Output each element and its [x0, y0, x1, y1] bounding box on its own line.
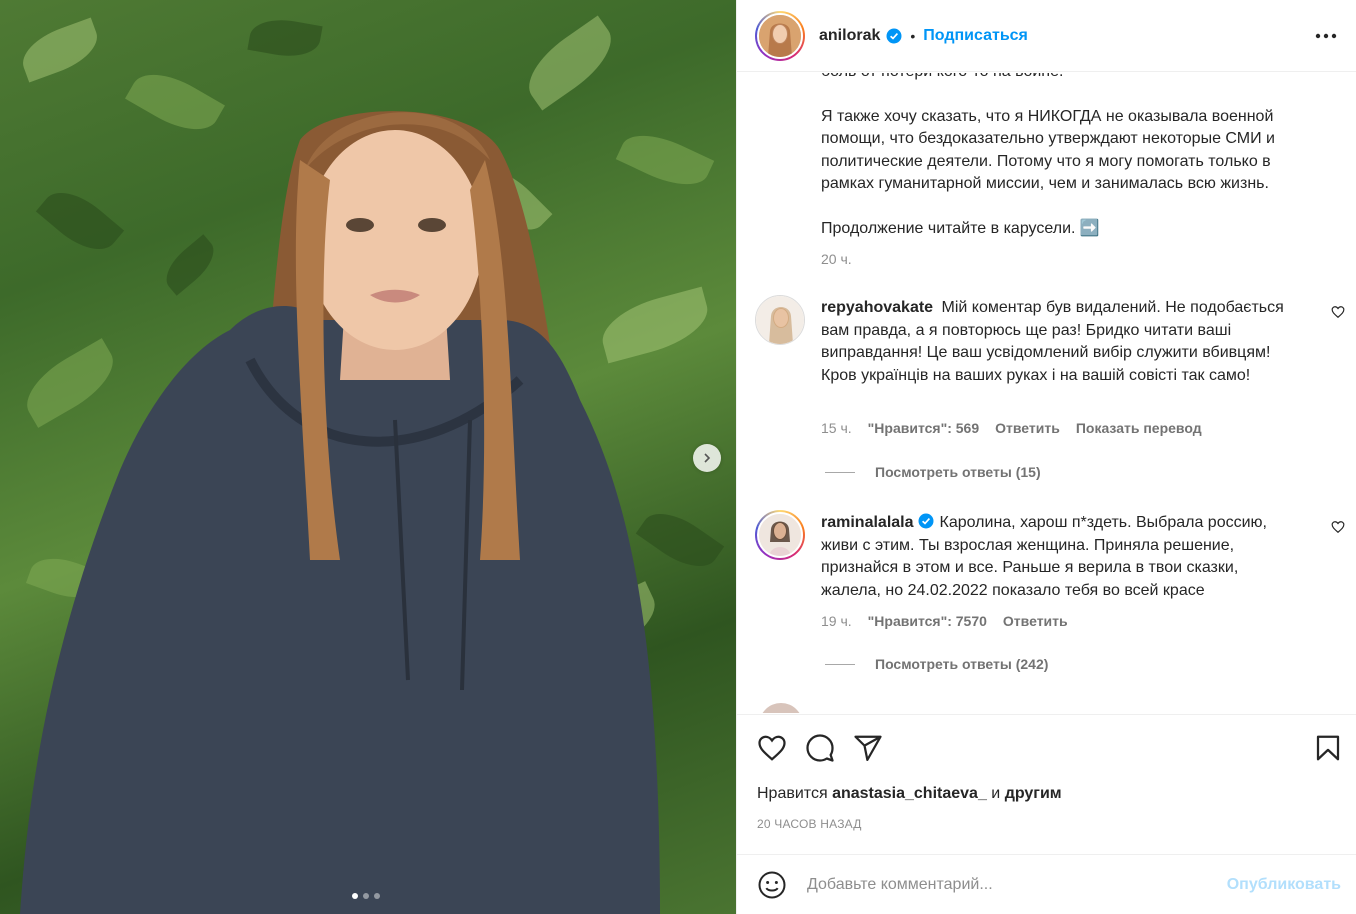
caption: боль от потери кого-то на войне. Я также…: [821, 73, 1341, 271]
author-avatar[interactable]: [755, 10, 805, 61]
post-actions: Нравится anastasia_chitaeva_ и другим 20…: [737, 714, 1356, 854]
person-illustration: [20, 111, 660, 914]
share-button[interactable]: [853, 733, 883, 763]
next-slide-button[interactable]: [693, 444, 721, 472]
caption-paragraph: Продолжение читайте в карусели. ➡️: [821, 219, 1100, 237]
commenter-avatar[interactable]: [755, 510, 805, 560]
author-username[interactable]: anilorak: [819, 27, 880, 45]
likes-prefix: Нравится: [757, 785, 828, 802]
translate-button[interactable]: Показать перевод: [1076, 420, 1202, 436]
comment-input[interactable]: [807, 875, 1207, 894]
comment-body: raminalalala Каролина, харош п*здеть. Выб…: [821, 512, 1301, 602]
verified-icon: [886, 28, 902, 43]
view-replies-label: Посмотреть ответы (15): [875, 464, 1041, 480]
reply-button[interactable]: Ответить: [1003, 613, 1068, 629]
post-header: anilorak • Подписаться: [737, 0, 1356, 72]
carousel-dot: [363, 893, 369, 899]
separator: •: [910, 27, 916, 44]
view-replies-button[interactable]: Посмотреть ответы (15): [825, 464, 1041, 480]
like-button[interactable]: [757, 733, 787, 763]
comment-time: 15 ч.: [821, 420, 852, 436]
comment-time: 19 ч.: [821, 613, 852, 629]
carousel-dot: [352, 893, 358, 899]
post-time[interactable]: 20 ЧАСОВ НАЗАД: [757, 817, 862, 831]
likes-user[interactable]: anastasia_chitaeva_: [832, 785, 987, 802]
heart-icon[interactable]: [1331, 520, 1345, 534]
publish-button[interactable]: Опубликовать: [1227, 876, 1341, 894]
next-arrow-icon: [704, 453, 711, 463]
carousel-dot: [374, 893, 380, 899]
commenter-avatar[interactable]: [759, 703, 803, 713]
caption-paragraph: Я также хочу сказать, что я НИКОГДА не о…: [821, 107, 1275, 193]
comment-username[interactable]: raminalalala: [821, 514, 914, 531]
comment-likes[interactable]: "Нравится": 569: [868, 420, 979, 436]
verified-icon: [918, 513, 933, 529]
comment-username[interactable]: repyahovakate: [821, 299, 933, 316]
post-image[interactable]: [0, 0, 736, 914]
share-icon: [854, 735, 882, 761]
comment-icon: [806, 734, 834, 762]
comments-scroll[interactable]: боль от потери кого-то на войне. Я также…: [737, 73, 1356, 713]
caption-cut-line: боль от потери кого-то на войне.: [821, 73, 1341, 84]
reply-button[interactable]: Ответить: [995, 420, 1060, 436]
comment-meta: 15 ч. "Нравится": 569 Ответить Показать …: [821, 420, 1202, 436]
comment-likes[interactable]: "Нравится": 7570: [868, 613, 987, 629]
more-options-button[interactable]: [1314, 26, 1338, 46]
follow-button[interactable]: Подписаться: [923, 27, 1028, 45]
view-replies-button[interactable]: Посмотреть ответы (242): [825, 656, 1048, 672]
emoji-button[interactable]: [757, 870, 787, 900]
heart-icon: [758, 735, 786, 761]
save-button[interactable]: [1313, 733, 1343, 763]
post-sidebar: anilorak • Подписаться боль от потери ко…: [736, 0, 1356, 914]
likes-and: и: [991, 785, 1001, 802]
comment-body: repyahovakate Мій коментар був видалений…: [821, 297, 1301, 387]
more-icon: [1315, 33, 1337, 39]
bookmark-icon: [1316, 735, 1340, 761]
comment-meta: 19 ч. "Нравится": 7570 Ответить: [821, 613, 1068, 629]
caption-time: 20 ч.: [821, 251, 852, 267]
likes-summary: Нравится anastasia_chitaeva_ и другим: [757, 785, 1062, 803]
comment-button[interactable]: [805, 733, 835, 763]
commenter-avatar[interactable]: [755, 295, 805, 345]
emoji-icon: [758, 871, 786, 898]
likes-others[interactable]: другим: [1005, 785, 1062, 802]
view-replies-label: Посмотреть ответы (242): [875, 656, 1049, 672]
heart-icon[interactable]: [1331, 305, 1345, 319]
add-comment-bar: Опубликовать: [737, 854, 1356, 914]
carousel-dots: [352, 893, 380, 899]
